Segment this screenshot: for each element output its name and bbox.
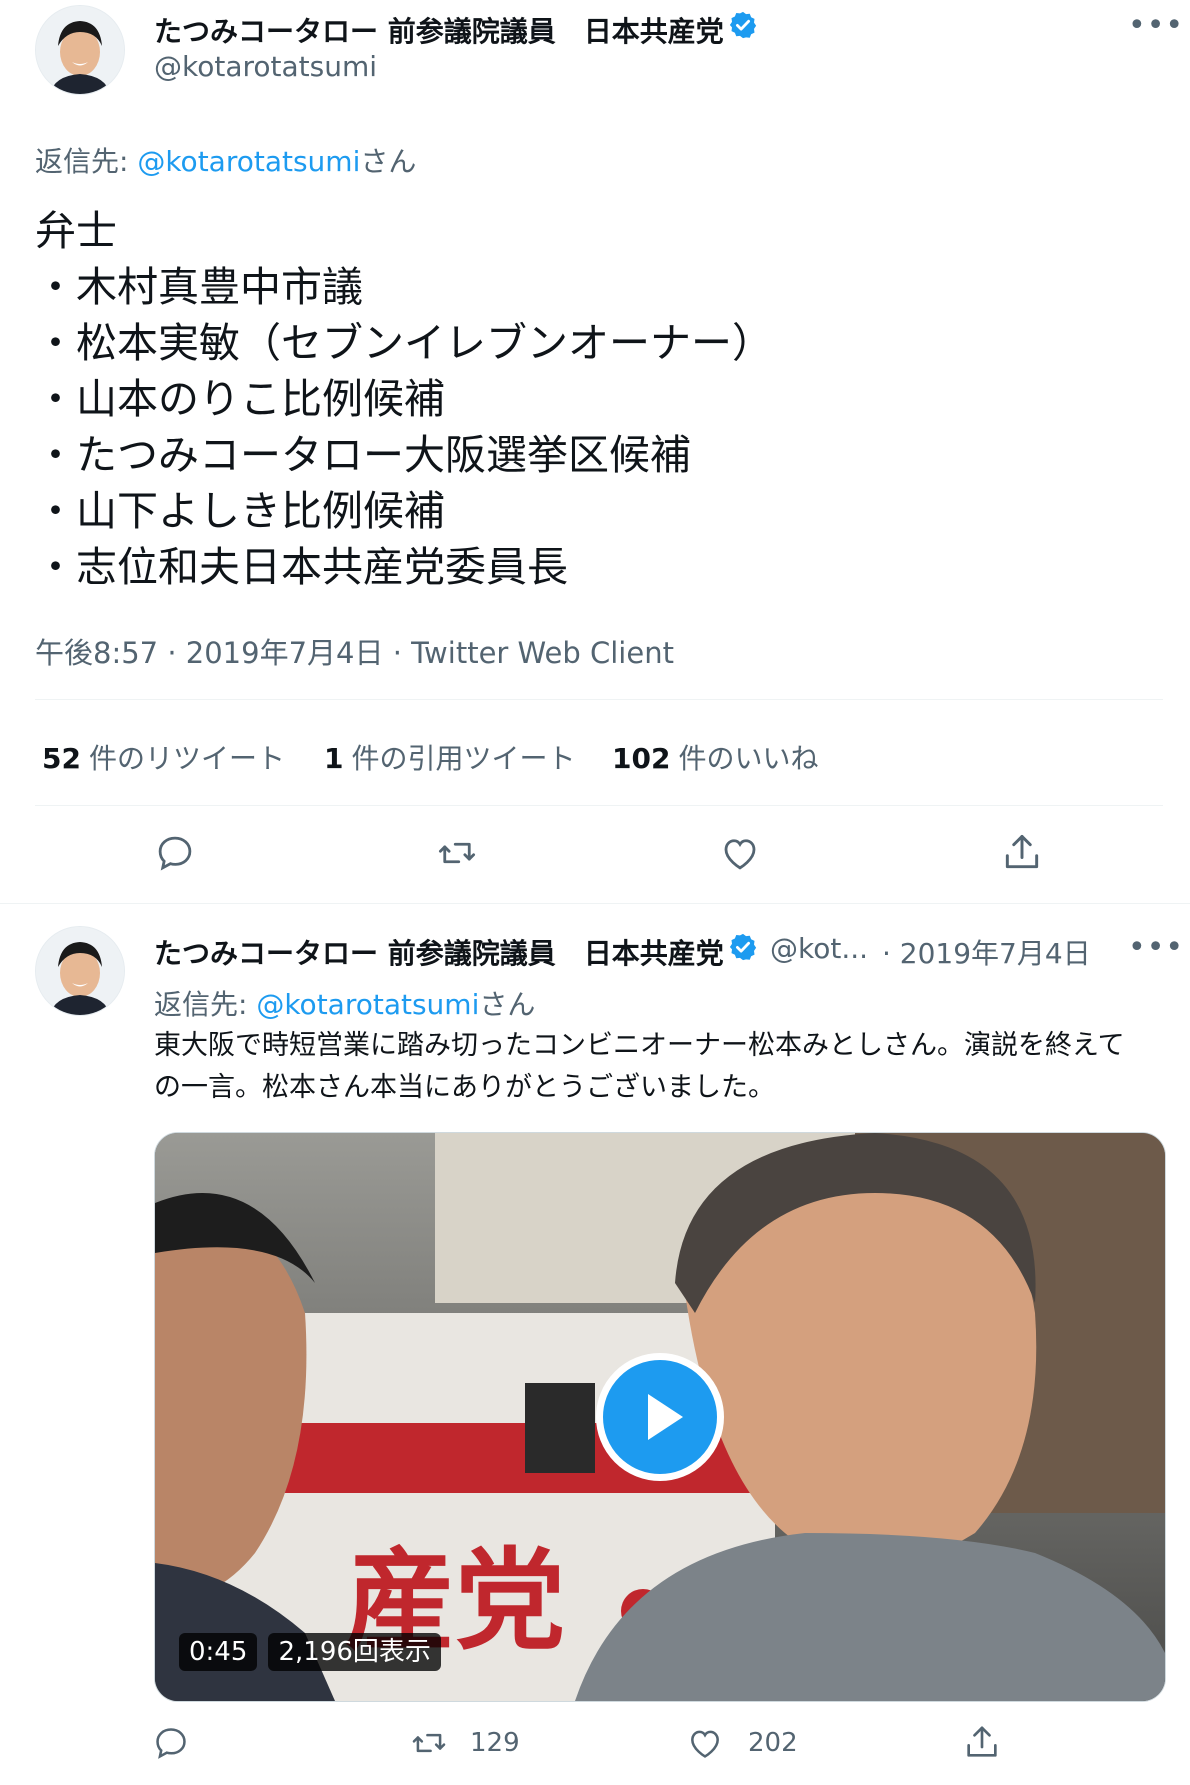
likes-stat[interactable]: 102 件のいいね — [612, 737, 818, 777]
retweets-label: 件のリツイート — [88, 742, 285, 775]
more-icon[interactable]: ••• — [1128, 930, 1184, 965]
quotes-count: 1 — [324, 742, 344, 775]
divider — [0, 903, 1190, 904]
avatar[interactable] — [35, 5, 125, 95]
video-view-count: 2,196回表示 — [268, 1633, 441, 1671]
display-name[interactable]: たつみコータロー 前参議院議員 日本共産党 — [154, 932, 724, 972]
reply-icon[interactable] — [154, 832, 196, 874]
tweet-body-line: 弁士 — [35, 207, 117, 255]
reply-to-user-link[interactable]: @kotarotatsumi — [137, 145, 360, 178]
reply-to-prefix: 返信先: — [35, 145, 138, 178]
like-count: 202 — [748, 1728, 798, 1758]
verified-badge-icon — [729, 11, 757, 39]
video-player[interactable]: 産党 0:45 2,196回表示 — [154, 1132, 1166, 1702]
tweet-body-line: ・たつみコータロー大阪選挙区候補 — [35, 431, 691, 479]
like-icon[interactable] — [686, 1724, 724, 1762]
tweet-body-line: ・山本のりこ比例候補 — [35, 375, 445, 423]
quotes-stat[interactable]: 1 件の引用ツイート — [324, 737, 576, 777]
play-triangle-icon — [648, 1394, 683, 1440]
tweet-timestamp[interactable]: 午後8:57 · 2019年7月4日 · Twitter Web Client — [35, 630, 674, 672]
display-name[interactable]: たつみコータロー 前参議院議員 日本共産党 — [154, 10, 724, 50]
quotes-label: 件の引用ツイート — [351, 742, 576, 775]
tweet-body: 弁士 ・木村真豊中市議 ・松本実敏（セブンイレブンオーナー） ・山本のりこ比例候… — [35, 203, 773, 595]
video-duration: 0:45 — [179, 1633, 258, 1671]
verified-badge-icon — [729, 933, 757, 961]
tweet-text-line: 東大阪で時短営業に踏み切ったコンビニオーナー松本みとしさん。演説を終えて — [154, 1030, 1125, 1061]
tweet-body-line: ・松本実敏（セブンイレブンオーナー） — [35, 319, 773, 367]
reply-to-line: 返信先: @kotarotatsumiさん — [154, 983, 535, 1023]
share-icon[interactable] — [1000, 830, 1044, 874]
reply-to-user-link[interactable]: @kotarotatsumi — [256, 988, 479, 1021]
likes-count: 102 — [612, 742, 671, 775]
reply-to-prefix: 返信先: — [154, 988, 257, 1021]
like-icon[interactable] — [719, 832, 761, 874]
retweets-count: 52 — [42, 742, 81, 775]
tweet-text: 東大阪で時短営業に踏み切ったコンビニオーナー松本みとしさん。演説を終えて の一言… — [154, 1025, 1125, 1109]
divider — [35, 699, 1163, 700]
reply-icon[interactable] — [152, 1724, 190, 1762]
tweet-body-line: ・木村真豊中市議 — [35, 263, 363, 311]
retweet-icon[interactable] — [434, 832, 480, 874]
more-icon[interactable]: ••• — [1128, 8, 1184, 43]
tweet-body-line: ・志位和夫日本共産党委員長 — [35, 543, 568, 591]
avatar-image — [36, 927, 124, 1015]
avatar-image — [36, 6, 124, 94]
tweet-date[interactable]: · 2019年7月4日 — [882, 932, 1091, 972]
avatar[interactable] — [35, 926, 125, 1016]
share-icon[interactable] — [962, 1722, 1002, 1762]
likes-label: 件のいいね — [678, 742, 819, 775]
reply-to-suffix: さん — [360, 145, 417, 178]
reply-to-suffix: さん — [479, 988, 536, 1021]
retweet-icon[interactable] — [408, 1724, 450, 1762]
tweet-text-line: の一言。松本さん本当にありがとうございました。 — [154, 1072, 775, 1103]
play-button-icon[interactable] — [596, 1353, 724, 1481]
reply-to-line: 返信先: @kotarotatsumiさん — [35, 140, 416, 180]
retweets-stat[interactable]: 52 件のリツイート — [42, 737, 285, 777]
retweet-count: 129 — [470, 1728, 520, 1758]
divider — [35, 805, 1163, 806]
user-handle[interactable]: @kotarotatsumi — [154, 50, 377, 83]
video-badges: 0:45 2,196回表示 — [179, 1631, 441, 1671]
user-handle[interactable]: @kot... — [770, 932, 868, 965]
tweet-body-line: ・山下よしき比例候補 — [35, 487, 445, 535]
